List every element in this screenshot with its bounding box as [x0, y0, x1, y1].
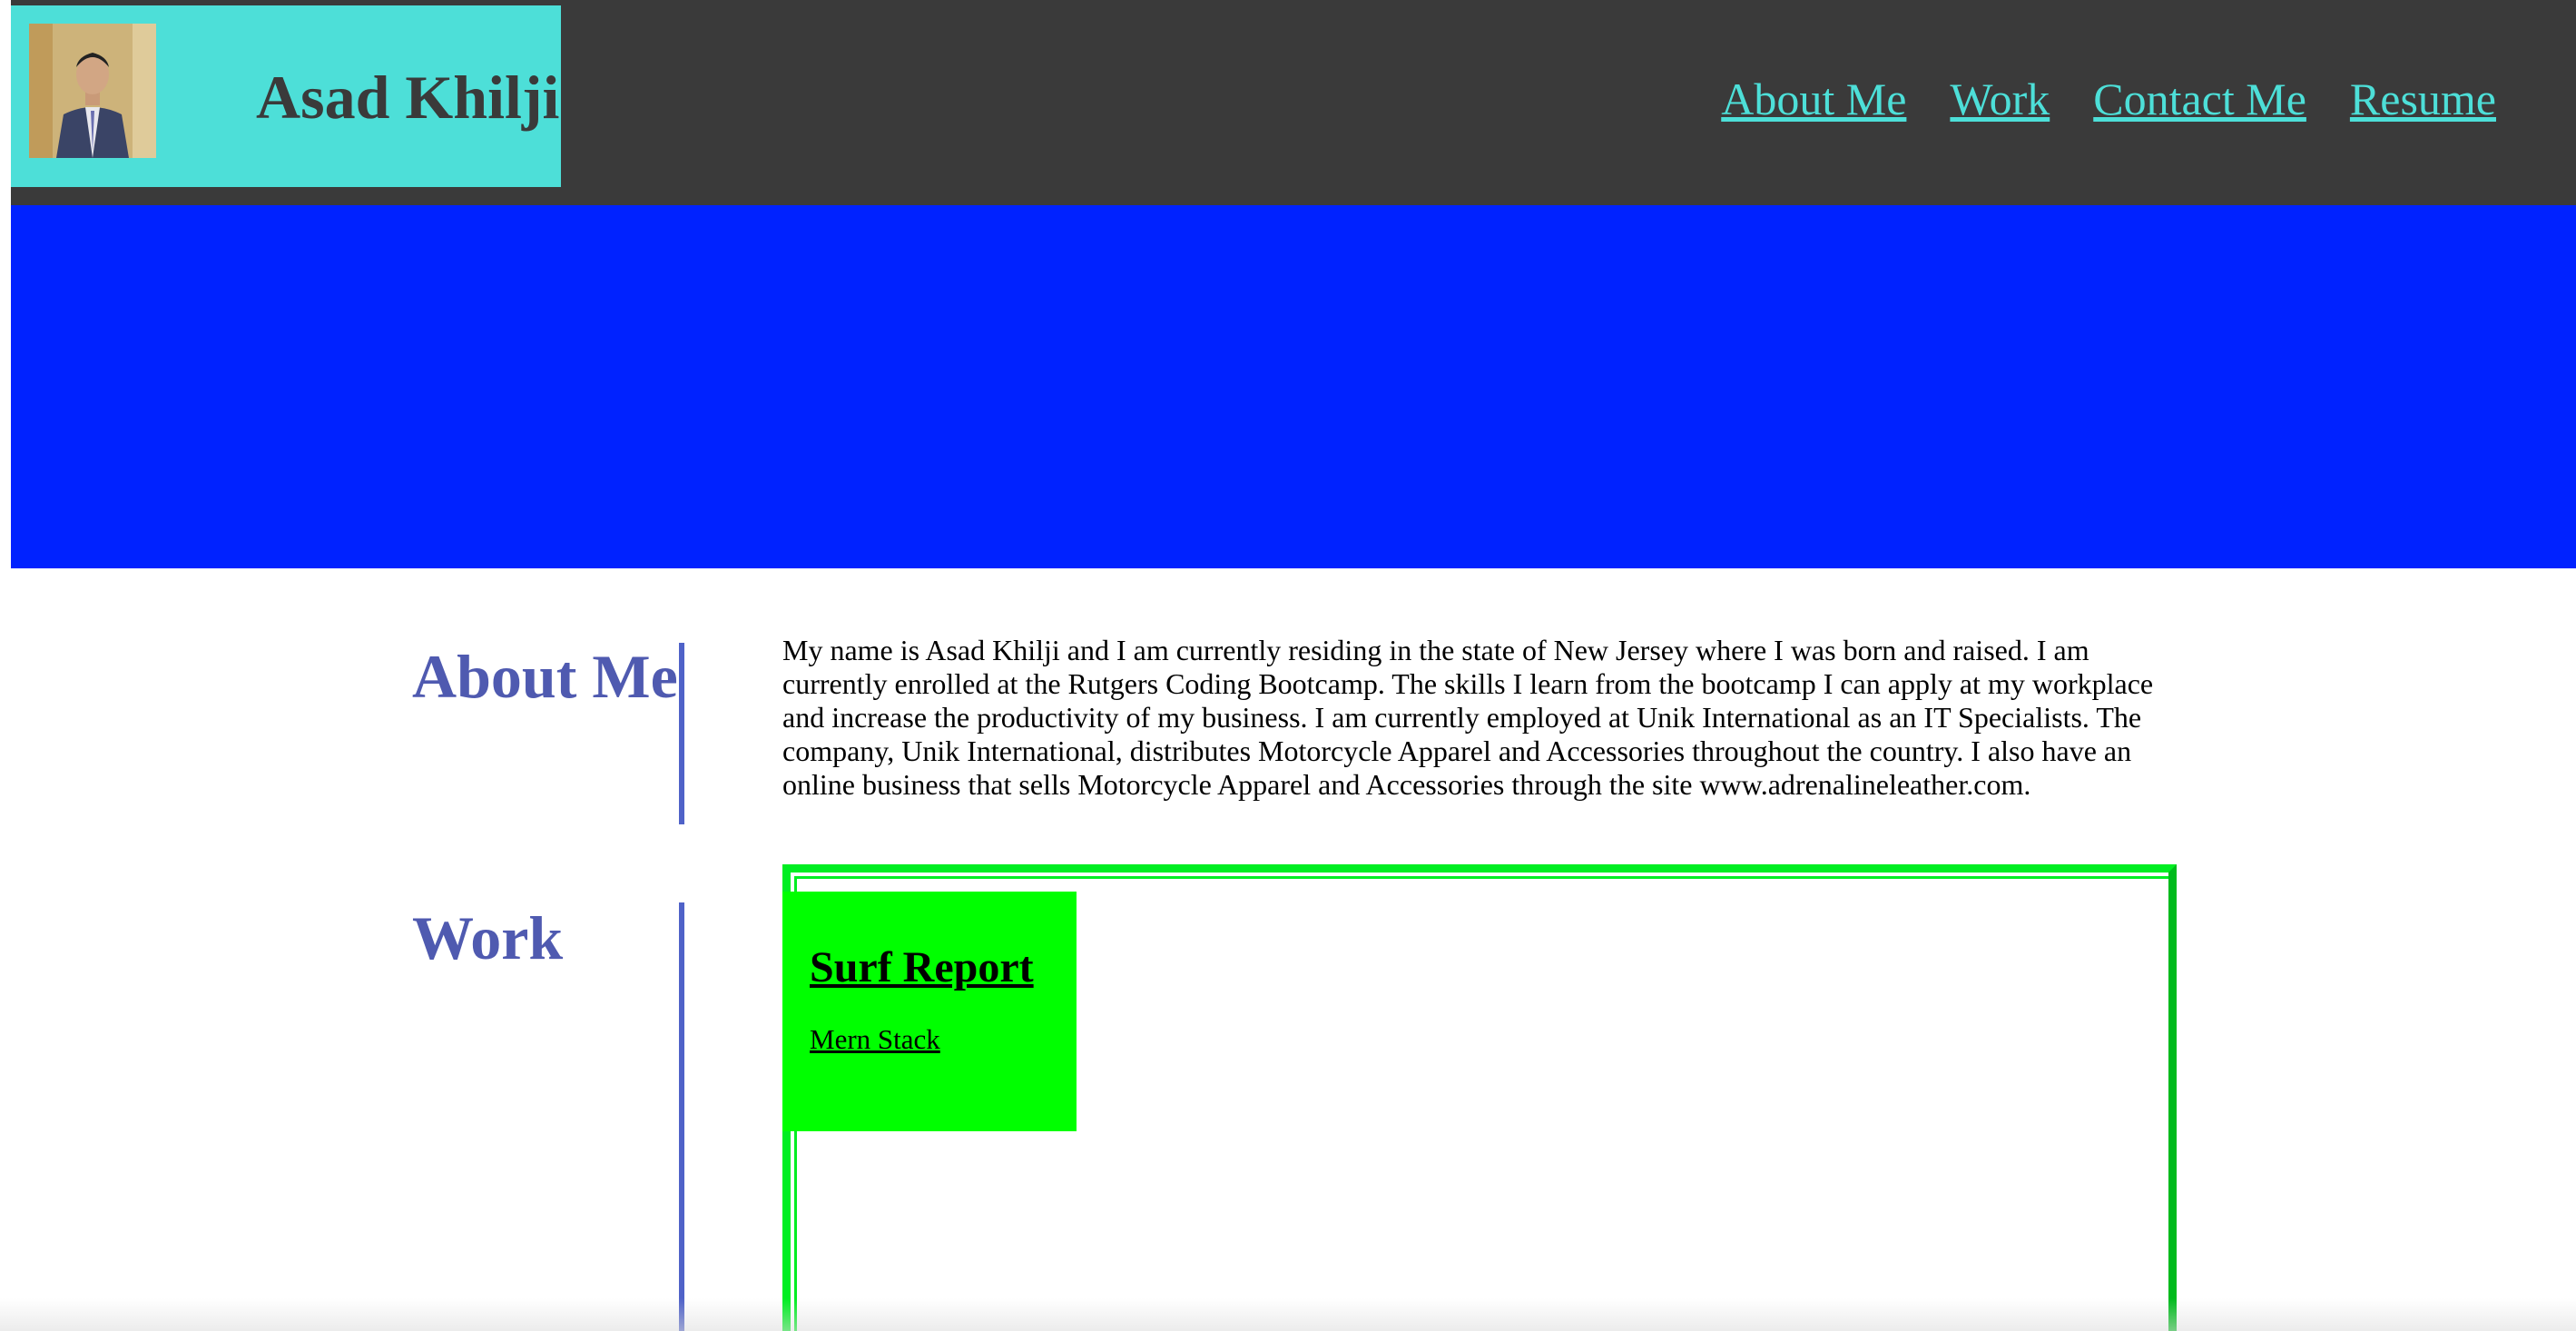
project-card[interactable]: Surf Report Mern Stack	[782, 892, 1077, 1131]
nav-link-contact-me[interactable]: Contact Me	[2093, 73, 2306, 125]
avatar	[29, 24, 156, 158]
work-heading: Work	[412, 903, 564, 972]
brand-block: Asad Khilji	[11, 5, 561, 187]
site-header: Asad Khilji About Me Work Contact Me Res…	[11, 0, 2576, 205]
about-me-text: My name is Asad Khilji and I am currentl…	[782, 634, 2154, 801]
work-divider	[679, 902, 684, 1331]
site-title: Asad Khilji	[256, 63, 560, 132]
avatar-photo-icon	[29, 24, 156, 158]
about-me-heading: About Me	[412, 642, 678, 711]
page: Asad Khilji About Me Work Contact Me Res…	[0, 0, 2576, 1331]
nav-link-work[interactable]: Work	[1950, 73, 2050, 125]
project-stack-link[interactable]: Mern Stack	[810, 1023, 1077, 1056]
nav-link-resume[interactable]: Resume	[2350, 73, 2496, 125]
hero-banner	[11, 205, 2576, 568]
main-nav: About Me Work Contact Me Resume	[1721, 73, 2496, 125]
project-title-link[interactable]: Surf Report	[810, 942, 1034, 992]
nav-link-about-me[interactable]: About Me	[1721, 73, 1906, 125]
about-divider	[679, 643, 684, 824]
